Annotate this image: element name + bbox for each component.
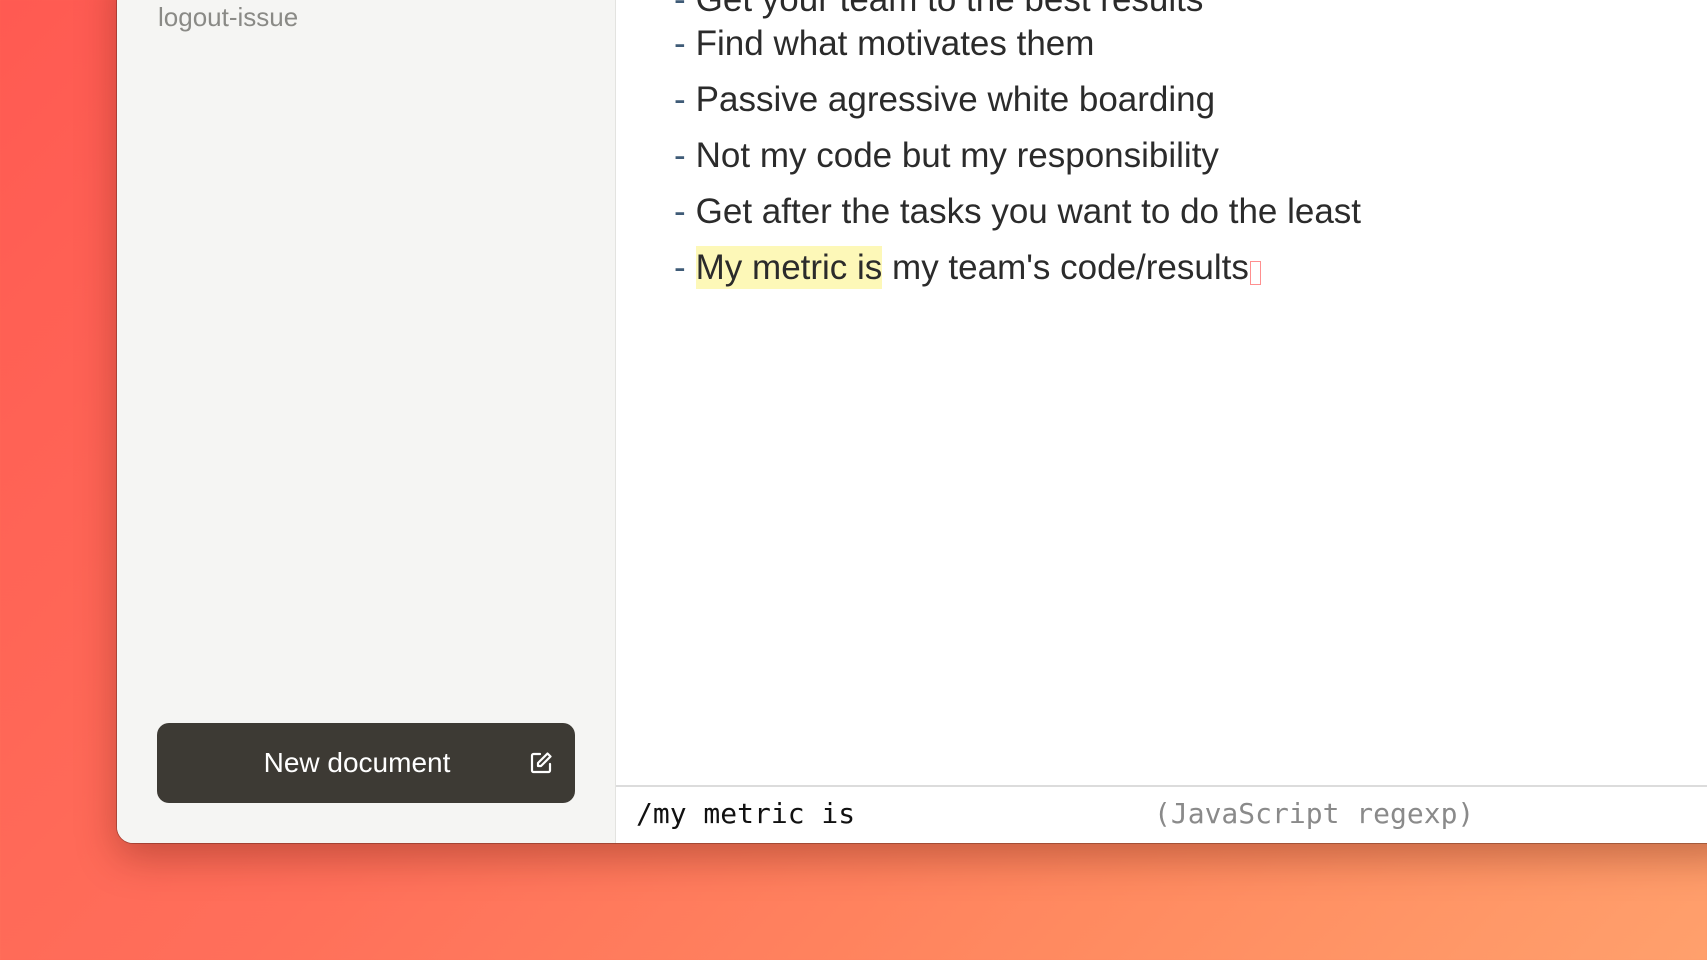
new-document-label: New document — [263, 747, 451, 778]
bullet-dash: - — [674, 24, 686, 63]
list-item[interactable]: - Not my code but my responsibility — [674, 136, 1219, 176]
bullet-dash: - — [674, 192, 686, 231]
line-text: my team's code/results — [882, 248, 1249, 287]
sidebar-item-logout-issue[interactable]: logout-issue — [158, 2, 298, 33]
list-item[interactable]: - Passive agressive white boarding — [674, 80, 1215, 120]
compose-icon — [530, 752, 552, 774]
line-text: Find what motivates them — [695, 24, 1095, 63]
bullet-dash: - — [674, 248, 686, 287]
search-bar[interactable]: /my metric is (JavaScript regexp) — [616, 785, 1707, 843]
line-text: Not my code but my responsibility — [695, 136, 1219, 175]
search-input[interactable]: /my metric is — [636, 797, 855, 830]
bullet-dash: - — [674, 136, 686, 175]
line-text: Get after the tasks you want to do the l… — [695, 192, 1362, 231]
sidebar: logout-issue New document — [117, 0, 616, 843]
line-text: Get your team to the best results — [696, 0, 1204, 19]
new-document-button[interactable]: New document — [157, 723, 575, 803]
line-text: Passive agressive white boarding — [695, 80, 1216, 119]
list-item[interactable]: - My metric is my team's code/results — [674, 246, 1261, 289]
app-window: logout-issue New document -Get your team… — [117, 0, 1707, 843]
search-hint: (JavaScript regexp) — [1154, 797, 1475, 830]
search-match-highlight: My metric is — [695, 246, 883, 289]
bullet-dash: - — [674, 80, 686, 119]
editor-pane[interactable]: -Get your team to the best results -Find… — [616, 0, 1707, 843]
list-item[interactable]: -Get your team to the best results — [674, 0, 1203, 20]
list-item[interactable]: - Find what motivates them — [674, 24, 1094, 64]
bullet-dash: - — [674, 0, 686, 19]
list-item[interactable]: - Get after the tasks you want to do the … — [674, 192, 1361, 232]
text-cursor — [1249, 261, 1261, 285]
